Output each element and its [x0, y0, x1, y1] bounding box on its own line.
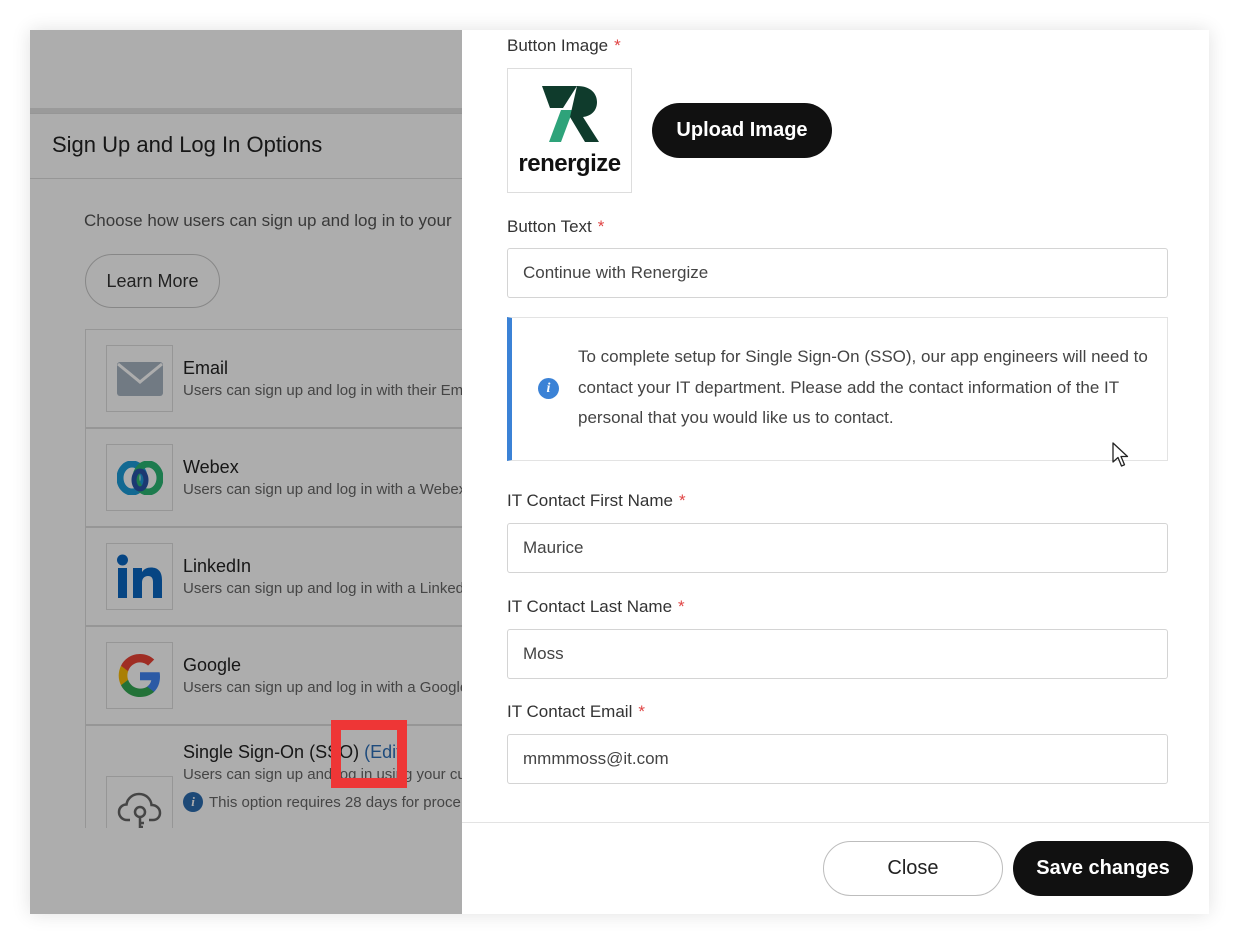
info-callout: i To complete setup for Single Sign-On (… [507, 317, 1168, 461]
mouse-cursor-icon [1112, 442, 1129, 467]
button-text-label: Button Text * [507, 217, 604, 237]
info-message: To complete setup for Single Sign-On (SS… [578, 347, 1148, 427]
highlight-box [331, 720, 407, 788]
required-mark: * [678, 491, 686, 510]
brand-logo-text: renergize [518, 149, 621, 177]
button-text-input[interactable]: Continue with Renergize [507, 248, 1168, 298]
upload-image-button[interactable]: Upload Image [652, 103, 832, 158]
renergize-logo-icon [541, 85, 599, 142]
button-image-label: Button Image * [507, 36, 621, 56]
button-image-preview: renergize [507, 68, 632, 193]
app-window: Sign Up and Log In Options Choose how us… [30, 30, 1209, 914]
first-name-input[interactable]: Maurice [507, 523, 1168, 573]
required-mark: * [638, 702, 645, 721]
info-icon: i [538, 378, 559, 399]
email-label: IT Contact Email * [507, 702, 645, 722]
last-name-input[interactable]: Moss [507, 629, 1168, 679]
label-text: IT Contact Last Name [507, 597, 673, 616]
required-mark: * [678, 597, 685, 616]
email-input[interactable]: mmmmoss@it.com [507, 734, 1168, 784]
label-text: Button Image [507, 36, 609, 55]
required-mark: * [614, 36, 621, 55]
footer-divider [462, 822, 1209, 823]
first-name-label: IT Contact First Name * [507, 491, 686, 511]
save-changes-button[interactable]: Save changes [1013, 841, 1193, 896]
label-text: Button Text [507, 217, 592, 236]
sso-settings-drawer: Button Image * renergize Upload Image But… [462, 30, 1209, 914]
close-button[interactable]: Close [823, 841, 1003, 896]
label-text: IT Contact First Name [507, 491, 673, 510]
required-mark: * [597, 217, 605, 236]
last-name-label: IT Contact Last Name * [507, 597, 685, 617]
label-text: IT Contact Email [507, 702, 633, 721]
